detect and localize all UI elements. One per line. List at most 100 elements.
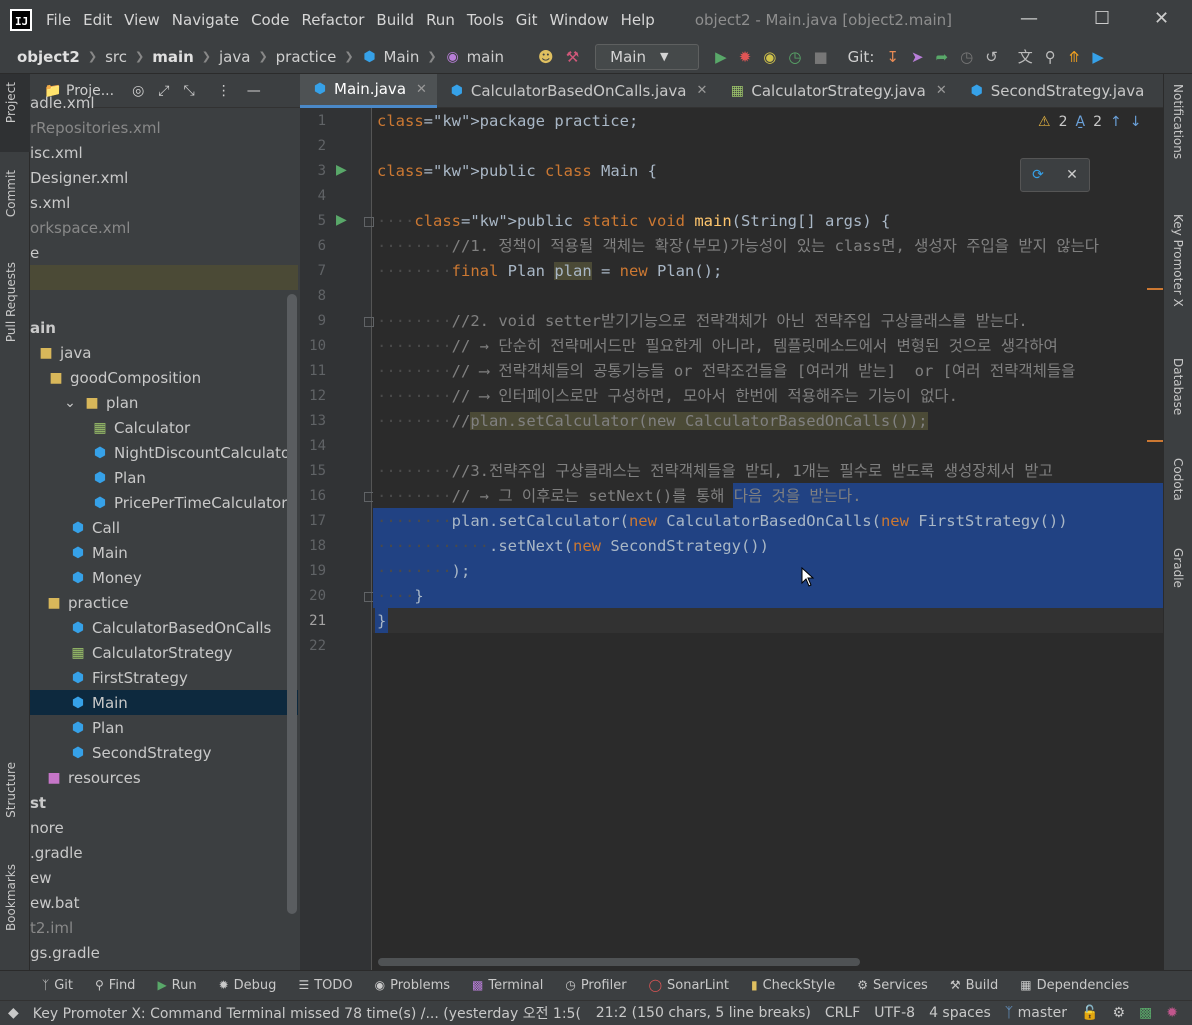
history-icon[interactable]: ◷ xyxy=(960,48,973,66)
tree-item[interactable]: ⬢ PricePerTimeCalculator xyxy=(30,490,298,515)
menu-git[interactable]: Git xyxy=(516,11,538,29)
indent-setting[interactable]: 4 spaces xyxy=(929,1005,991,1021)
terminal-status-icon[interactable]: ▩ xyxy=(1139,1005,1152,1021)
tab-calculator-based-on-calls[interactable]: ⬢ CalculatorBasedOnCalls.java ✕ xyxy=(437,74,717,108)
run-gutter-icon[interactable]: ▶ xyxy=(336,162,347,178)
tab-second-strategy[interactable]: ⬢ SecondStrategy.java xyxy=(957,74,1155,108)
tab-calculator-strategy[interactable]: ▦ CalculatorStrategy.java ✕ xyxy=(717,74,956,108)
memory-indicator-icon[interactable]: ✹ xyxy=(1166,1005,1178,1021)
tree-item[interactable]: ew.bat xyxy=(30,890,298,915)
tool-window-terminal[interactable]: ▩ Terminal xyxy=(472,978,543,993)
menu-code[interactable]: Code xyxy=(251,11,289,29)
tree-item[interactable]: ▦ CalculatorStrategy xyxy=(30,640,298,665)
reload-gradle-icon[interactable]: ⟳ xyxy=(1032,167,1044,183)
tree-item[interactable]: ew xyxy=(30,865,298,890)
tool-window-problems[interactable]: ◉ Problems xyxy=(375,978,450,993)
build-hammer-icon[interactable]: ⚒ xyxy=(566,48,579,66)
menu-refactor[interactable]: Refactor xyxy=(301,11,364,29)
tree-item[interactable]: ⬢ CalculatorBasedOnCalls xyxy=(30,615,298,640)
status-message[interactable]: Key Promoter X: Command Terminal missed … xyxy=(33,1003,582,1023)
error-stripe-mark[interactable] xyxy=(1147,288,1163,290)
tree-item[interactable]: ■ goodComposition xyxy=(30,365,298,390)
error-stripe-mark[interactable] xyxy=(1147,440,1163,442)
breadcrumb-java[interactable]: java xyxy=(219,48,250,66)
caret-position[interactable]: 21:2 (150 chars, 5 line breaks) xyxy=(596,1005,811,1021)
stop-icon[interactable]: ■ xyxy=(813,48,827,66)
debug-bug-icon[interactable]: ✹ xyxy=(739,48,752,66)
close-window-icon[interactable]: ✕ xyxy=(1154,8,1169,29)
menu-run[interactable]: Run xyxy=(426,11,455,29)
git-branch[interactable]: ᛉ master xyxy=(1005,1005,1067,1021)
coverage-icon[interactable]: ◉ xyxy=(763,48,776,66)
settings-icon[interactable]: ⚙ xyxy=(1112,1005,1125,1021)
tree-item[interactable]: gs.gradle xyxy=(30,940,298,965)
tool-tab-bookmarks[interactable]: Bookmarks xyxy=(4,864,18,931)
tree-item[interactable]: orkspace.xml xyxy=(30,215,298,240)
tab-main-java[interactable]: ⬢ Main.java ✕ xyxy=(300,73,437,108)
tool-window-services[interactable]: ⚙ Services xyxy=(857,978,928,993)
breadcrumb-project[interactable]: object2 xyxy=(17,48,80,66)
tree-item[interactable]: nore xyxy=(30,815,298,840)
menu-edit[interactable]: Edit xyxy=(83,11,112,29)
previous-highlight-icon[interactable]: ↑ xyxy=(1110,114,1122,130)
tool-tab-database[interactable]: Database xyxy=(1171,358,1185,415)
git-update-icon[interactable]: ↧ xyxy=(886,48,899,66)
tree-item[interactable]: .gradle xyxy=(30,840,298,865)
tool-window-git[interactable]: ᛉ Git xyxy=(42,978,73,993)
tree-item[interactable] xyxy=(30,290,298,315)
chevron-down-icon[interactable]: ⌄ xyxy=(62,395,78,411)
inspection-widget[interactable]: ⚠ 2 A̱ 2 ↑ ↓ xyxy=(1038,114,1141,130)
breadcrumb-src[interactable]: src xyxy=(105,48,127,66)
tool-tab-key-promoter[interactable]: Key Promoter X xyxy=(1171,214,1185,307)
tool-tab-notifications[interactable]: Notifications xyxy=(1171,84,1185,159)
tree-item[interactable]: Designer.xml xyxy=(30,165,298,190)
tool-window-find[interactable]: ⚲ Find xyxy=(95,978,135,993)
close-tab-icon[interactable]: ✕ xyxy=(936,83,947,98)
tree-item[interactable]: ⬢ FirstStrategy xyxy=(30,665,298,690)
project-tree-scrollbar[interactable] xyxy=(287,294,297,914)
tree-item[interactable]: ■ practice xyxy=(30,590,298,615)
run-icon[interactable]: ▶ xyxy=(715,48,727,66)
line-separator[interactable]: CRLF xyxy=(825,1005,860,1021)
file-encoding[interactable]: UTF-8 xyxy=(874,1005,915,1021)
close-tab-icon[interactable]: ✕ xyxy=(696,83,707,98)
editor-horizontal-scrollbar[interactable] xyxy=(378,958,860,966)
tree-item[interactable] xyxy=(30,265,298,290)
close-tab-icon[interactable]: ✕ xyxy=(416,82,427,97)
tree-item[interactable]: ⬢ Plan xyxy=(30,465,298,490)
tool-window-run[interactable]: ▶ Run xyxy=(157,978,196,993)
breadcrumb-method-main[interactable]: main xyxy=(467,48,504,66)
breadcrumb-main[interactable]: main xyxy=(152,48,194,66)
tool-tab-codota[interactable]: Codota xyxy=(1171,458,1185,501)
tree-item[interactable]: e xyxy=(30,240,298,265)
lock-icon[interactable]: 🔓 xyxy=(1081,1005,1098,1021)
menu-navigate[interactable]: Navigate xyxy=(172,11,239,29)
tree-item[interactable]: ■ resources xyxy=(30,765,298,790)
code-with-me-icon[interactable]: ▶ xyxy=(1092,48,1104,66)
tree-item[interactable]: isc.xml xyxy=(30,140,298,165)
tree-item[interactable]: ⌄ ■ plan xyxy=(30,390,298,415)
tool-window-dependencies[interactable]: ▦ Dependencies xyxy=(1020,978,1129,993)
tree-item[interactable]: ▦ Calculator xyxy=(30,415,298,440)
tree-item[interactable]: ain xyxy=(30,315,298,340)
tool-window-checkstyle[interactable]: ▮ CheckStyle xyxy=(751,978,835,993)
tree-item[interactable]: t2.iml xyxy=(30,915,298,940)
update-available-icon[interactable]: ⤊ xyxy=(1068,48,1081,66)
tool-window-debug[interactable]: ✹ Debug xyxy=(219,978,277,993)
menu-view[interactable]: View xyxy=(124,11,160,29)
menu-help[interactable]: Help xyxy=(621,11,655,29)
git-commit-icon[interactable]: ➤ xyxy=(911,48,924,66)
translate-icon[interactable]: 文 xyxy=(1018,46,1033,67)
tree-item[interactable]: rRepositories.xml xyxy=(30,115,298,140)
tree-item[interactable]: ⬢ Call xyxy=(30,515,298,540)
tool-tab-pull-requests[interactable]: Pull Requests xyxy=(4,262,18,342)
tool-tab-commit[interactable]: Commit xyxy=(4,170,18,217)
tree-item[interactable]: ⬢ Main xyxy=(30,540,298,565)
tool-window-build[interactable]: ⚒ Build xyxy=(950,978,998,993)
git-push-icon[interactable]: ➦ xyxy=(936,48,949,66)
tool-window-sonarlint[interactable]: ◯ SonarLint xyxy=(649,978,729,993)
status-toggle-icon[interactable]: ◆ xyxy=(8,1005,19,1021)
tree-item[interactable]: adle.xml xyxy=(30,90,298,115)
next-highlight-icon[interactable]: ↓ xyxy=(1130,114,1142,130)
tree-item[interactable]: st xyxy=(30,790,298,815)
